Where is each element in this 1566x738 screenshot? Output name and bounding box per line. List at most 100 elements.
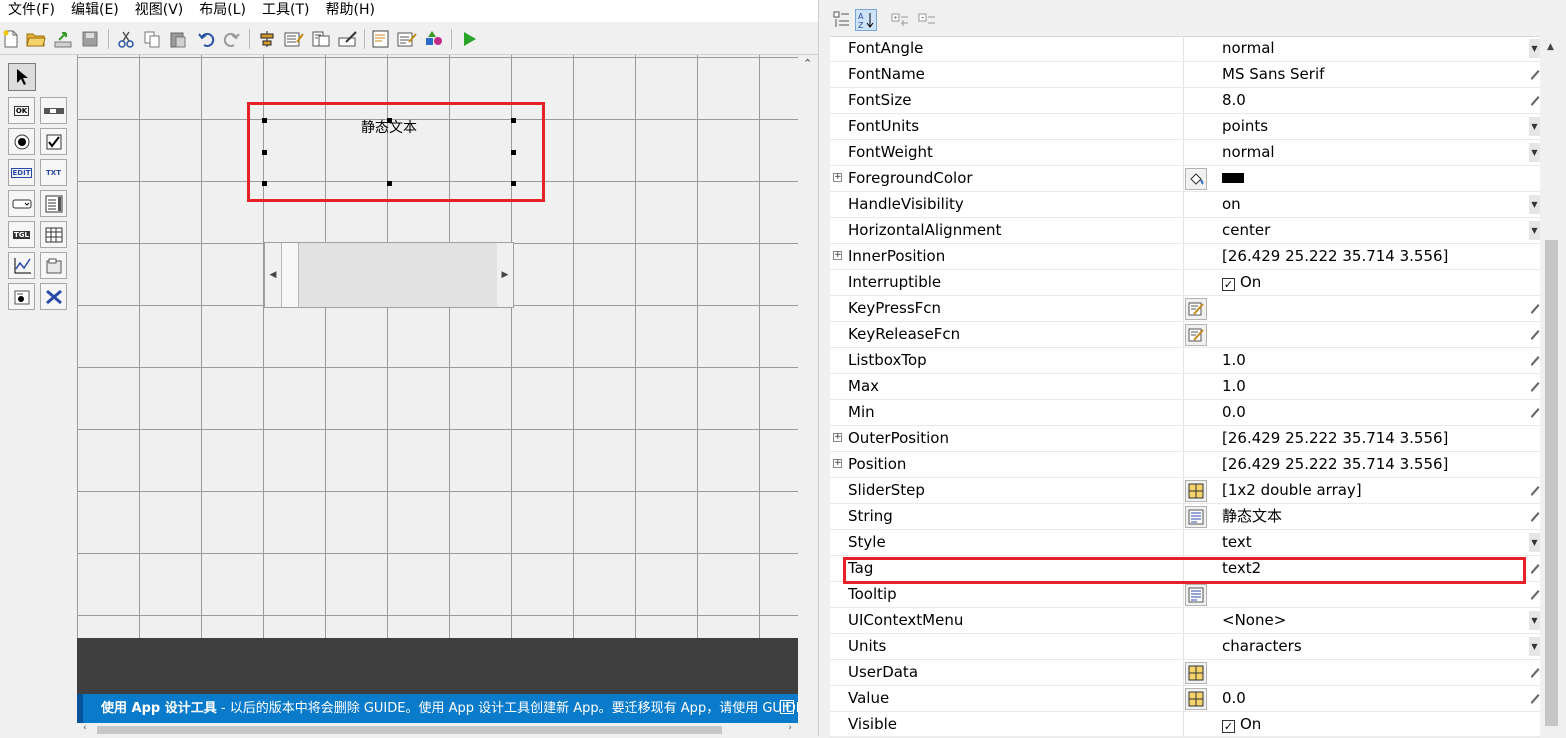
property-row-style[interactable]: Style text ▼	[830, 530, 1540, 556]
property-row-horizontalalignment[interactable]: HorizontalAlignment center ▼	[830, 218, 1540, 244]
property-value[interactable]: [26.429 25.222 35.714 3.556]	[1222, 244, 1448, 269]
radiobutton-tool[interactable]	[8, 128, 35, 155]
menu-help[interactable]: 帮助(H)	[318, 0, 383, 22]
copy-icon[interactable]	[141, 28, 163, 50]
pushbutton-tool[interactable]: OK	[8, 97, 35, 124]
property-row-sliderstep[interactable]: SliderStep [1x2 double array]	[830, 478, 1540, 504]
pencil-icon[interactable]	[1528, 379, 1540, 393]
dropdown-arrow-icon[interactable]: ▼	[1529, 117, 1540, 136]
listbox-tool[interactable]	[40, 190, 67, 217]
activex-tool[interactable]	[40, 283, 67, 310]
property-value[interactable]: 1.0	[1222, 374, 1246, 399]
property-row-fontangle[interactable]: FontAngle normal ▼	[830, 36, 1540, 62]
pencil-icon[interactable]	[1528, 301, 1540, 315]
scroll-up-icon[interactable]: ⌃	[803, 57, 812, 70]
property-value[interactable]: [26.429 25.222 35.714 3.556]	[1222, 452, 1448, 477]
categorized-view-icon[interactable]	[831, 9, 853, 31]
property-value[interactable]: 8.0	[1222, 88, 1246, 113]
property-row-foregroundcolor[interactable]: + ForegroundColor	[830, 166, 1540, 192]
property-row-userdata[interactable]: UserData	[830, 660, 1540, 686]
axes-tool[interactable]	[8, 252, 35, 279]
panel-tool[interactable]	[40, 252, 67, 279]
array-grid-icon[interactable]	[1185, 688, 1207, 710]
resize-handle[interactable]	[511, 181, 516, 186]
expand-plus-icon[interactable]: +	[833, 433, 842, 442]
property-row-string[interactable]: String 静态文本	[830, 504, 1540, 530]
property-row-fontunits[interactable]: FontUnits points ▼	[830, 114, 1540, 140]
menu-file[interactable]: 文件(F)	[0, 0, 63, 22]
property-value[interactable]: 1.0	[1222, 348, 1246, 373]
cut-icon[interactable]	[115, 28, 137, 50]
open-folder-icon[interactable]	[25, 28, 47, 50]
menu-view[interactable]: 视图(V)	[127, 0, 192, 22]
callback-pencil-icon[interactable]	[1185, 324, 1207, 346]
canvas-horizontal-scrollbar[interactable]: ‹ ›	[77, 723, 798, 736]
save-icon[interactable]	[79, 28, 101, 50]
property-value[interactable]: normal	[1222, 140, 1275, 165]
menu-editor-icon[interactable]	[283, 28, 305, 50]
button-group-tool[interactable]	[8, 283, 35, 310]
array-grid-icon[interactable]	[1185, 480, 1207, 502]
property-row-value[interactable]: Value 0.0	[830, 686, 1540, 712]
dropdown-arrow-icon[interactable]: ▼	[1529, 637, 1540, 656]
horizontal-scroll-thumb[interactable]	[97, 726, 722, 734]
banner-title[interactable]: 使用 App 设计工具	[101, 701, 217, 716]
banner-expand-icon[interactable]: +	[780, 700, 794, 714]
property-row-visible[interactable]: Visible ✓ On	[830, 712, 1540, 738]
menu-edit[interactable]: 编辑(E)	[63, 0, 127, 22]
pencil-icon[interactable]	[1528, 509, 1540, 523]
toolbar-editor-icon[interactable]	[337, 28, 359, 50]
align-icon[interactable]	[256, 28, 278, 50]
pencil-icon[interactable]	[1528, 405, 1540, 419]
property-value[interactable]: [26.429 25.222 35.714 3.556]	[1222, 426, 1448, 451]
dropdown-arrow-icon[interactable]: ▼	[1529, 533, 1540, 552]
new-file-icon[interactable]	[0, 28, 22, 50]
pencil-icon[interactable]	[1528, 665, 1540, 679]
inspector-scroll-thumb[interactable]	[1545, 240, 1558, 726]
resize-handle[interactable]	[262, 118, 267, 123]
property-row-keypressfcn[interactable]: KeyPressFcn	[830, 296, 1540, 322]
redo-icon[interactable]	[221, 28, 243, 50]
property-value[interactable]: <None>	[1222, 608, 1286, 633]
run-icon[interactable]	[458, 28, 480, 50]
table-tool[interactable]	[40, 221, 67, 248]
tab-order-icon[interactable]	[310, 28, 332, 50]
editor-icon[interactable]	[370, 28, 392, 50]
checkbox-tool[interactable]	[40, 128, 67, 155]
property-value[interactable]: MS Sans Serif	[1222, 62, 1324, 87]
property-row-fontname[interactable]: FontName MS Sans Serif	[830, 62, 1540, 88]
property-value[interactable]: ✓ On	[1222, 270, 1261, 295]
object-browser-icon[interactable]	[423, 28, 445, 50]
property-row-fontweight[interactable]: FontWeight normal ▼	[830, 140, 1540, 166]
text-lines-icon[interactable]	[1185, 506, 1207, 528]
resize-handle[interactable]	[387, 118, 392, 123]
menu-tools[interactable]: 工具(T)	[254, 0, 317, 22]
expand-all-icon[interactable]	[889, 9, 911, 31]
property-row-fontsize[interactable]: FontSize 8.0	[830, 88, 1540, 114]
slider-thumb[interactable]	[281, 243, 299, 307]
property-row-min[interactable]: Min 0.0	[830, 400, 1540, 426]
property-value[interactable]: on	[1222, 192, 1241, 217]
paste-icon[interactable]	[167, 28, 189, 50]
property-row-uicontextmenu[interactable]: UIContextMenu <None> ▼	[830, 608, 1540, 634]
callback-pencil-icon[interactable]	[1185, 298, 1207, 320]
property-value[interactable]: points	[1222, 114, 1268, 139]
property-value[interactable]: [1x2 double array]	[1222, 478, 1362, 503]
property-row-outerposition[interactable]: + OuterPosition [26.429 25.222 35.714 3.55…	[830, 426, 1540, 452]
expand-plus-icon[interactable]: +	[833, 251, 842, 260]
collapse-all-icon[interactable]	[916, 9, 938, 31]
slider-right-arrow-icon[interactable]: ▶	[497, 243, 513, 307]
text-lines-icon[interactable]	[1185, 584, 1207, 606]
property-value[interactable]: center	[1222, 218, 1270, 243]
resize-handle[interactable]	[511, 118, 516, 123]
checkbox-icon[interactable]: ✓	[1222, 278, 1235, 291]
property-value[interactable]: text	[1222, 530, 1252, 555]
pencil-icon[interactable]	[1528, 561, 1540, 575]
resize-handle[interactable]	[262, 150, 267, 155]
property-row-interruptible[interactable]: Interruptible ✓ On	[830, 270, 1540, 296]
undo-icon[interactable]	[195, 28, 217, 50]
property-row-keyreleasefcn[interactable]: KeyReleaseFcn	[830, 322, 1540, 348]
scroll-up-icon[interactable]: ▲	[1547, 42, 1554, 52]
pencil-icon[interactable]	[1528, 691, 1540, 705]
scroll-left-icon[interactable]: ‹	[83, 723, 87, 733]
